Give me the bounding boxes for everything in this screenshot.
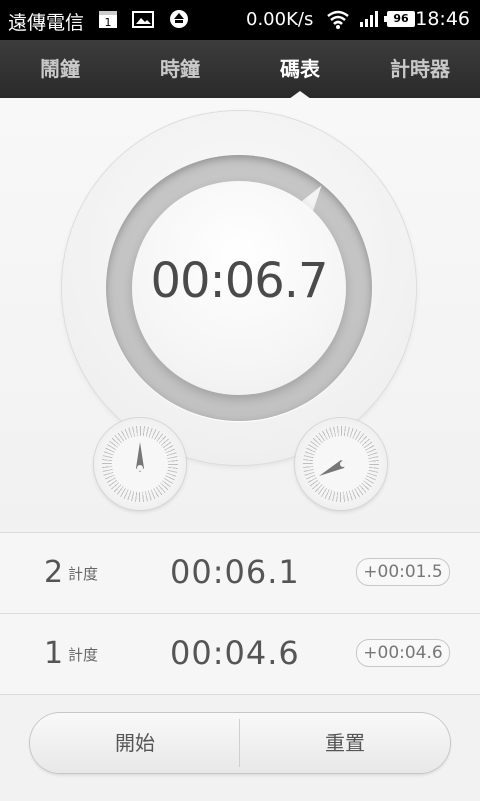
reset-button[interactable]: 重置 <box>240 713 450 773</box>
tab-clock[interactable]: 時鐘 <box>120 40 240 98</box>
lap-time: 00:04.6 <box>170 634 300 672</box>
lap-unit-label: 計度 <box>68 646 99 664</box>
lap-row: 2 計度 00:06.1 +00:01.5 <box>0 532 480 613</box>
lap-row: 1 計度 00:04.6 +00:04.6 <box>0 613 480 694</box>
lap-number: 2 <box>44 555 64 590</box>
battery-icon: 96 <box>384 11 415 27</box>
clock-time: 18:46 <box>415 8 470 30</box>
lap-diff-badge: +00:04.6 <box>356 639 450 667</box>
wifi-icon <box>326 9 350 29</box>
start-button[interactable]: 開始 <box>30 713 240 773</box>
subdial-hand-icon <box>319 460 346 476</box>
lap-time: 00:06.1 <box>170 553 300 591</box>
elapsed-time: 00:06.7 <box>150 253 328 309</box>
lap-number: 1 <box>44 636 64 671</box>
lap-diff-badge: +00:01.5 <box>356 558 450 586</box>
button-group: 開始 重置 <box>30 713 450 773</box>
tab-stopwatch[interactable]: 碼表 <box>240 40 360 98</box>
calendar-icon: 1 <box>98 9 120 29</box>
status-bar: 遠傳電信 1 0.00K/s 96 18:46 <box>0 0 480 40</box>
image-icon <box>132 9 154 29</box>
lap-unit-label: 計度 <box>68 565 99 583</box>
network-speed: 0.00K/s <box>246 9 314 30</box>
signal-icon <box>358 9 380 29</box>
carrier-name: 遠傳電信 <box>8 12 85 34</box>
stopwatch-panel: 00:06.7 <box>0 98 480 532</box>
upload-icon <box>168 9 190 29</box>
tab-bar: 鬧鐘 時鐘 碼表 計時器 <box>0 40 480 98</box>
action-bar: 開始 重置 <box>0 694 480 801</box>
tab-alarm[interactable]: 鬧鐘 <box>0 40 120 98</box>
seconds-subdial-icon <box>94 418 186 510</box>
svg-text:1: 1 <box>105 16 112 29</box>
subdial-hand-icon <box>136 442 144 472</box>
minutes-subdial-icon <box>295 418 387 510</box>
tab-timer[interactable]: 計時器 <box>360 40 480 98</box>
